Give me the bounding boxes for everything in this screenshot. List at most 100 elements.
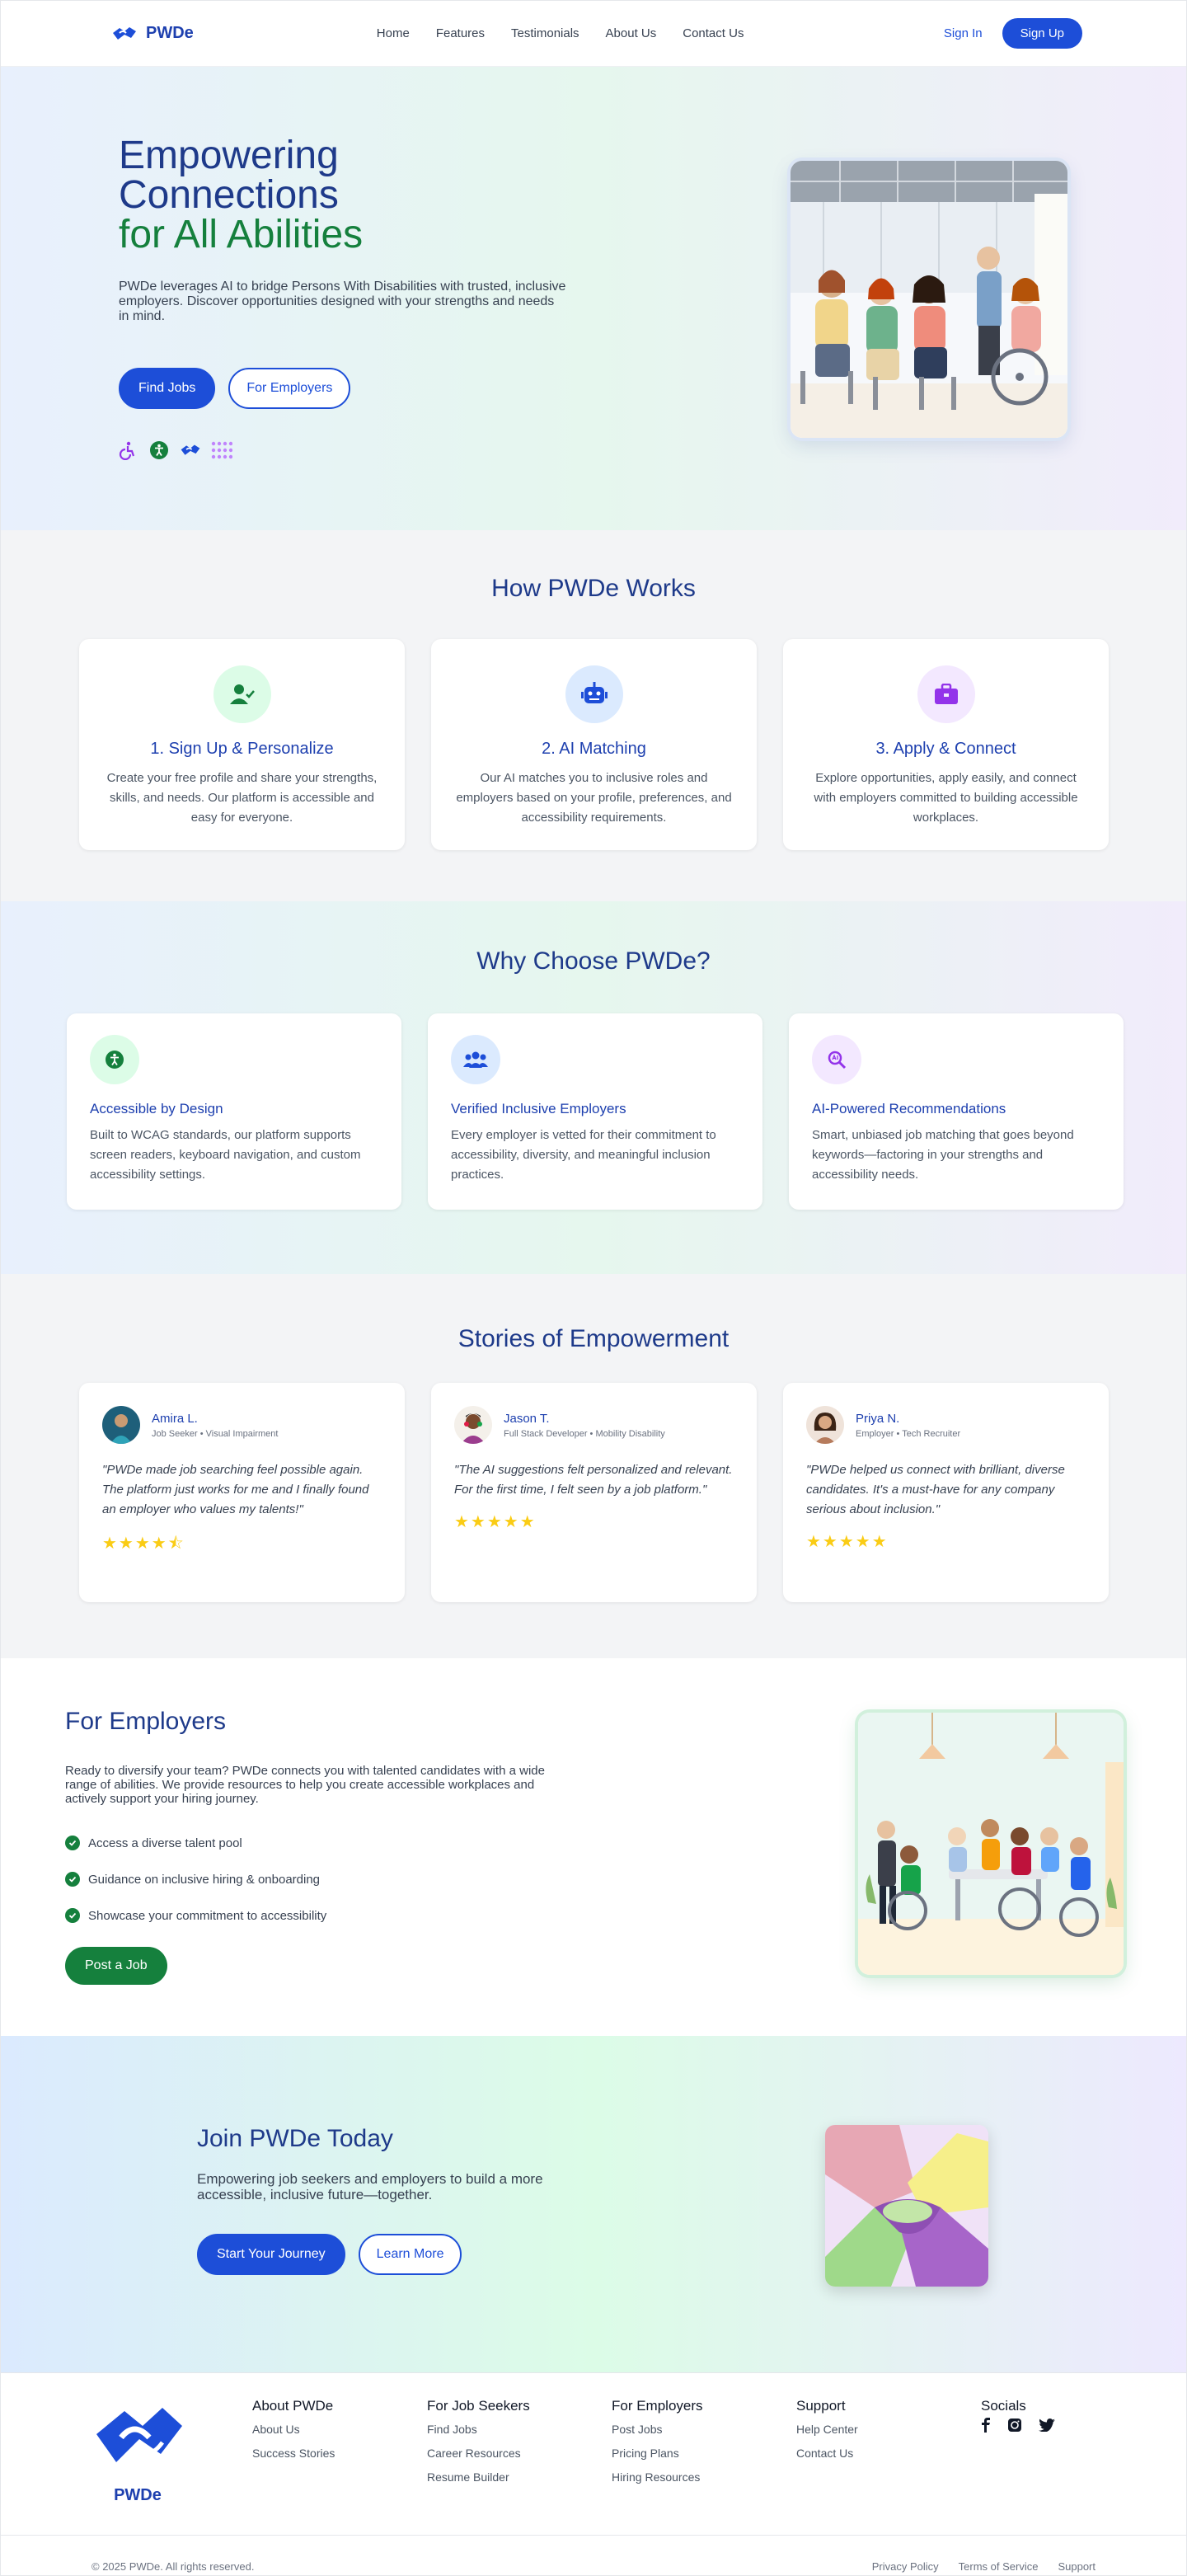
testimonials-section: Stories of Empowerment Amira L. Job Seek… <box>1 1274 1186 1658</box>
main-nav: Home Features Testimonials About Us Cont… <box>377 26 744 40</box>
site-header: PWDe Home Features Testimonials About Us… <box>1 1 1186 67</box>
footer-brand[interactable]: PWDe <box>91 2401 184 2505</box>
list-item: Access a diverse talent pool <box>65 1835 326 1851</box>
stories-title: Stories of Empowerment <box>457 1325 730 1352</box>
page: PWDe Home Features Testimonials About Us… <box>0 0 1187 2576</box>
handshake-logo-icon <box>96 2408 182 2462</box>
footer-column-title: About PWDe <box>252 2398 334 2414</box>
story-cards: Amira L. Job Seeker • Visual Impairment … <box>79 1383 1109 1602</box>
footer-link[interactable]: Pricing Plans <box>612 2447 703 2460</box>
privacy-policy-link[interactable]: Privacy Policy <box>872 2560 939 2573</box>
footer-column-about: About PWDe About Us Success Stories <box>252 2398 335 2470</box>
footer-link[interactable]: Success Stories <box>252 2447 335 2460</box>
employers-description: Ready to diversify your team? PWDe conne… <box>65 1764 545 1806</box>
instagram-icon[interactable] <box>1007 2418 1022 2435</box>
footer-link[interactable]: Career Resources <box>427 2447 530 2460</box>
for-employers-button[interactable]: For Employers <box>228 368 351 409</box>
copyright-text: © 2025 PWDe. All rights reserved. <box>91 2560 255 2573</box>
footer-link[interactable]: Post Jobs <box>612 2423 703 2436</box>
footer-link[interactable]: Hiring Resources <box>612 2470 703 2484</box>
sign-in-link[interactable]: Sign In <box>944 26 983 40</box>
footer-link[interactable]: Contact Us <box>796 2447 858 2460</box>
hands-together-illustration <box>825 2125 988 2287</box>
footer-link[interactable]: Resume Builder <box>427 2470 530 2484</box>
main-gradient-band: Empowering Connections for All Abilities… <box>1 67 1186 1658</box>
testimonial-name: Priya N. <box>856 1411 900 1426</box>
learn-more-button[interactable]: Learn More <box>358 2234 462 2275</box>
footer-brand-name: PWDe <box>114 2486 162 2504</box>
hero-description: PWDe leverages AI to bridge Persons With… <box>119 280 566 323</box>
why-card: Accessible by Design Built to WCAG stand… <box>67 1013 401 1210</box>
footer-column-job-seekers: For Job Seekers Find Jobs Career Resourc… <box>427 2398 530 2494</box>
footer-column-socials: Socials <box>981 2398 1055 2446</box>
why-card-title: AI-Powered Recommendations <box>812 1101 1006 1116</box>
footer-bottom-bar: © 2025 PWDe. All rights reserved. Privac… <box>1 2535 1186 2573</box>
avatar <box>806 1406 844 1444</box>
how-title: How PWDe Works <box>491 575 696 602</box>
why-card-text: Smart, unbiased job matching that goes b… <box>812 1128 1074 1182</box>
hero-title-accent: for All Abilities <box>119 213 364 256</box>
brand[interactable]: PWDe <box>111 24 194 43</box>
support-link[interactable]: Support <box>1058 2560 1096 2573</box>
footer-link[interactable]: About Us <box>252 2423 335 2436</box>
why-title: Why Choose PWDe? <box>476 947 711 975</box>
users-icon <box>451 1035 500 1084</box>
benefit-label: Guidance on inclusive hiring & onboardin… <box>88 1872 321 1887</box>
how-card-text: Create your free profile and share your … <box>106 771 378 825</box>
search-ai-icon <box>812 1035 861 1084</box>
why-card-title: Verified Inclusive Employers <box>451 1101 626 1116</box>
how-card: 3. Apply & Connect Explore opportunities… <box>783 639 1109 850</box>
benefit-label: Showcase your commitment to accessibilit… <box>88 1908 327 1923</box>
footer-column-employers: For Employers Post Jobs Pricing Plans Hi… <box>612 2398 703 2494</box>
why-card: Verified Inclusive Employers Every emplo… <box>428 1013 762 1210</box>
why-choose-section: Why Choose PWDe? Accessible by Design Bu… <box>1 901 1186 1274</box>
hero-title-line2: Connections <box>119 173 339 217</box>
how-cards: 1. Sign Up & Personalize Create your fre… <box>79 639 1109 850</box>
nav-testimonials[interactable]: Testimonials <box>511 26 579 40</box>
employers-section: For Employers Ready to diversify your te… <box>1 1658 1186 2036</box>
footer-link[interactable]: Help Center <box>796 2423 858 2436</box>
avatar <box>454 1406 492 1444</box>
accessibility-icon <box>148 440 170 461</box>
why-cards: Accessible by Design Built to WCAG stand… <box>67 1013 1124 1210</box>
accessibility-icons-row <box>117 440 232 461</box>
employers-benefits-list: Access a diverse talent pool Guidance on… <box>65 1835 326 1944</box>
how-card-text: Our AI matches you to inclusive roles an… <box>456 771 732 825</box>
post-job-button[interactable]: Post a Job <box>65 1947 167 1985</box>
wheelchair-icon <box>117 440 138 461</box>
legal-links: Privacy Policy Terms of Service Support <box>872 2560 1096 2573</box>
hero-buttons: Find Jobs For Employers <box>119 368 351 409</box>
robot-icon <box>565 665 623 723</box>
footer-link[interactable]: Find Jobs <box>427 2423 530 2436</box>
star-rating: ★★★★⯪ <box>102 1535 185 1553</box>
find-jobs-button[interactable]: Find Jobs <box>119 368 216 409</box>
nav-contact-us[interactable]: Contact Us <box>683 26 744 40</box>
handshake-logo-icon <box>113 26 136 40</box>
avatar <box>102 1406 140 1444</box>
nav-about-us[interactable]: About Us <box>606 26 657 40</box>
terms-of-service-link[interactable]: Terms of Service <box>959 2560 1039 2573</box>
footer-column-title: Socials <box>981 2398 1026 2414</box>
how-card-text: Explore opportunities, apply easily, and… <box>814 771 1078 825</box>
hero-title: Empowering Connections for All Abilities <box>119 136 363 255</box>
check-circle-icon <box>65 1836 80 1850</box>
how-it-works-section: How PWDe Works 1. Sign Up & Personalize … <box>1 530 1186 901</box>
nav-home[interactable]: Home <box>377 26 410 40</box>
employers-illustration <box>858 1713 1124 1975</box>
footer-column-title: Support <box>796 2398 846 2414</box>
how-card-title: 3. Apply & Connect <box>875 740 1016 758</box>
facebook-icon[interactable] <box>981 2418 991 2435</box>
site-footer: PWDe About PWDe About Us Success Stories… <box>1 2372 1186 2575</box>
benefit-label: Access a diverse talent pool <box>88 1836 242 1850</box>
braille-grid-icon <box>211 440 232 461</box>
nav-features[interactable]: Features <box>436 26 485 40</box>
footer-column-title: For Employers <box>612 2398 703 2414</box>
start-journey-button[interactable]: Start Your Journey <box>197 2234 345 2275</box>
why-card-title: Accessible by Design <box>90 1101 223 1116</box>
join-buttons: Start Your Journey Learn More <box>197 2234 462 2275</box>
star-rating: ★★★★★ <box>806 1533 889 1551</box>
testimonial-name: Amira L. <box>152 1411 198 1426</box>
twitter-icon[interactable] <box>1039 2419 1055 2434</box>
sign-up-button[interactable]: Sign Up <box>1002 18 1082 49</box>
testimonial-card: Amira L. Job Seeker • Visual Impairment … <box>79 1383 405 1602</box>
